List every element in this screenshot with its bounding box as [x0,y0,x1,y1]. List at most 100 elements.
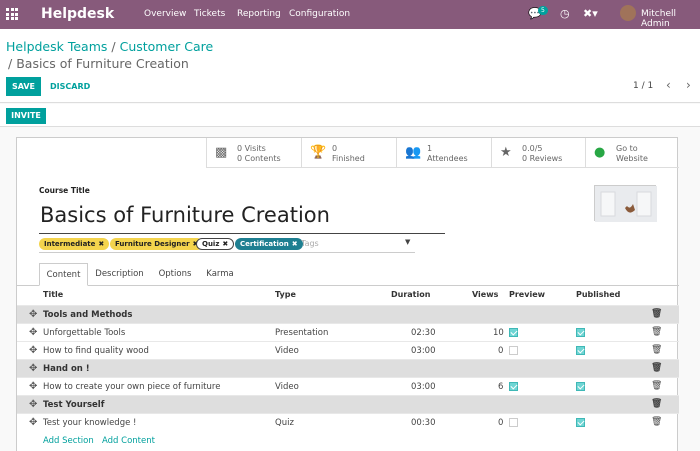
drag-handle-icon[interactable]: ✥ [29,327,37,338]
section-row[interactable]: ✥ Tools and Methods 🗑 [17,305,679,323]
table-row[interactable]: ✥ Unforgettable Tools Presentation 02:30… [17,323,679,341]
tags-input[interactable]: Tags [301,239,319,248]
content-views: 6 [498,382,504,392]
col-title[interactable]: Title [43,290,63,299]
menu-tickets[interactable]: Tickets [194,9,225,19]
pager-value[interactable]: 1 / 1 [633,81,653,91]
table-row[interactable]: ✥ How to create your own piece of furnit… [17,377,679,395]
activity-clock-icon[interactable]: ◷ [560,7,570,20]
remove-tag-icon[interactable]: ✖ [98,240,104,248]
stat-finished-count: 0 [332,144,338,153]
col-type[interactable]: Type [275,290,296,299]
avatar[interactable] [620,5,636,21]
menu-reporting[interactable]: Reporting [237,9,281,19]
course-cover-image[interactable] [594,185,657,222]
section-title: Tools and Methods [43,310,133,320]
stat-visits: 0 Visits [237,144,266,153]
preview-checkbox[interactable] [509,382,518,391]
control-panel: Helpdesk Teams / Customer Care / Basics … [0,29,700,103]
section-title: Hand on ! [43,364,90,374]
stat-button-finished[interactable]: 🏆 0 Finished [301,138,396,168]
pager-next-icon[interactable]: › [686,78,691,92]
stat-website-line1: Go to [616,144,638,153]
remove-tag-icon[interactable]: ✖ [222,240,228,248]
app-name[interactable]: Helpdesk [41,6,114,22]
add-content-link[interactable]: Add Content [102,436,155,446]
drag-handle-icon[interactable]: ✥ [29,345,37,356]
table-row[interactable]: ✥ How to find quality wood Video 03:00 0… [17,341,679,359]
trash-icon[interactable]: 🗑 [651,417,662,427]
user-menu[interactable]: Mitchell Admin [641,9,700,29]
breadcrumb-customer-care[interactable]: Customer Care [120,39,214,54]
trash-icon[interactable]: 🗑 [651,327,662,337]
add-section-link[interactable]: Add Section [43,436,94,446]
tags-field[interactable]: Intermediate✖ Furniture Designer✖ Quiz✖ … [39,237,415,253]
trash-icon[interactable]: 🗑 [651,399,662,409]
drag-handle-icon[interactable]: ✥ [29,363,37,374]
course-title-label: Course Title [39,186,90,195]
preview-checkbox[interactable] [509,346,518,355]
stat-finished-label: Finished [332,154,365,163]
course-title-input[interactable]: Basics of Furniture Creation [39,200,445,234]
drag-handle-icon[interactable]: ✥ [29,381,37,392]
notebook-tabs: Content Description Options Karma [17,263,679,286]
drag-handle-icon[interactable]: ✥ [29,309,37,320]
drag-handle-icon[interactable]: ✥ [29,417,37,428]
tag-certification: Certification ✖ [235,238,303,250]
trash-icon[interactable]: 🗑 [651,345,662,355]
trash-icon[interactable]: 🗑 [651,309,662,319]
save-button[interactable]: SAVE [6,77,41,96]
tab-options[interactable]: Options [151,263,199,286]
invite-button[interactable]: INVITE [6,108,46,124]
col-duration[interactable]: Duration [391,290,430,299]
content-title: How to find quality wood [43,346,149,356]
breadcrumb-current: Basics of Furniture Creation [16,56,189,71]
breadcrumb-helpdesk-teams[interactable]: Helpdesk Teams [6,39,107,54]
content-duration: 03:00 [411,382,436,392]
content-views: 10 [493,328,504,338]
pager-previous-icon[interactable]: ‹ [666,78,671,92]
menu-overview[interactable]: Overview [144,9,186,19]
preview-checkbox[interactable] [509,418,518,427]
stat-contents: 0 Contents [237,154,281,163]
stat-button-visits[interactable]: ▩ 0 Visits 0 Contents [206,138,301,168]
apps-menu-icon[interactable] [6,8,18,20]
discard-button[interactable]: DISCARD [50,82,90,91]
section-row[interactable]: ✥ Test Yourself 🗑 [17,395,679,413]
chevron-down-icon[interactable]: ▼ [405,238,410,246]
trash-icon[interactable]: 🗑 [651,363,662,373]
stat-button-reviews[interactable]: ★ 0.0/5 0 Reviews [491,138,585,168]
remove-tag-icon[interactable]: ✖ [292,240,298,248]
content-type: Presentation [275,328,329,338]
published-checkbox[interactable] [576,346,585,355]
puzzle-icon: ▩ [215,145,228,160]
published-checkbox[interactable] [576,382,585,391]
breadcrumb: Helpdesk Teams / Customer Care [6,39,213,54]
trash-icon[interactable]: 🗑 [651,381,662,391]
content-type: Video [275,382,299,392]
col-preview[interactable]: Preview [509,290,545,299]
col-published[interactable]: Published [576,290,620,299]
published-checkbox[interactable] [576,418,585,427]
add-line-row: Add Section Add Content [17,431,679,449]
tab-description[interactable]: Description [88,263,151,286]
menu-configuration[interactable]: Configuration [289,9,350,19]
tab-content[interactable]: Content [39,263,88,286]
table-header: Title Type Duration Views Preview Publis… [17,286,679,305]
tab-karma[interactable]: Karma [199,263,241,286]
table-row[interactable]: ✥ Test your knowledge ! Quiz 00:30 0 🗑 [17,413,679,431]
stat-button-website[interactable]: ● Go to Website [585,138,679,168]
content-type: Quiz [275,418,294,428]
section-row[interactable]: ✥ Hand on ! 🗑 [17,359,679,377]
cover-image-icon [595,186,657,222]
content-views: 0 [498,418,504,428]
content-title: Unforgettable Tools [43,328,126,338]
stat-button-attendees[interactable]: 👥 1 Attendees [396,138,491,168]
col-views[interactable]: Views [472,290,498,299]
preview-checkbox[interactable] [509,328,518,337]
content-views: 0 [498,346,504,356]
drag-handle-icon[interactable]: ✥ [29,399,37,410]
tag-intermediate: Intermediate ✖ [39,238,110,250]
debug-tools-icon[interactable]: ✖▾ [583,7,598,20]
published-checkbox[interactable] [576,328,585,337]
